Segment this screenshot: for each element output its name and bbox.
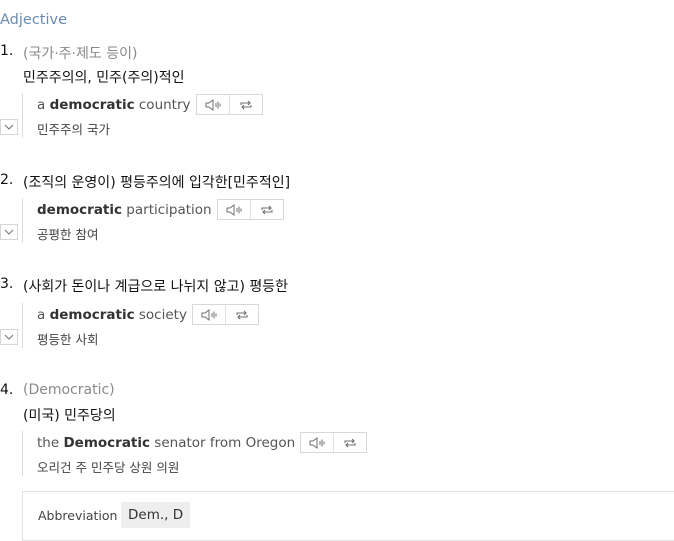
repeat-icon[interactable] — [249, 200, 283, 219]
example-headword: Democratic — [63, 434, 151, 451]
abbreviation-value[interactable]: Dem., D — [121, 502, 191, 528]
example-sentence: a democratic country — [37, 94, 263, 115]
sense-number: 4. — [0, 382, 14, 398]
repeat-icon[interactable] — [333, 433, 366, 452]
example-audio-controls — [191, 304, 259, 325]
sense-qualifier: (Democratic) — [23, 382, 115, 398]
abbreviation-label: Abbreviation — [38, 508, 118, 523]
repeat-icon[interactable] — [228, 95, 262, 114]
sense-definition[interactable]: (조직의 운영이) 평등주의에 입각한[민주적인] — [23, 172, 290, 192]
abbreviation-box: Abbreviation Dem., D — [22, 491, 674, 541]
speaker-icon[interactable] — [193, 305, 225, 324]
example-divider — [22, 431, 23, 476]
sense-number: 1. — [0, 43, 14, 59]
example-text-pre: a — [37, 306, 50, 323]
speaker-icon[interactable] — [301, 433, 333, 452]
example-translation: 오리건 주 민주당 상원 의원 — [37, 460, 180, 475]
example-text-pre: a — [37, 96, 50, 113]
example-audio-controls — [195, 94, 263, 115]
example-divider — [22, 93, 23, 138]
example-translation: 공평한 참여 — [37, 227, 99, 242]
example-audio-controls — [300, 432, 368, 453]
example-text-pre: the — [37, 434, 64, 451]
chevron-down-icon[interactable] — [0, 329, 18, 345]
speaker-icon[interactable] — [218, 200, 250, 219]
part-of-speech-label: Adjective — [0, 12, 68, 28]
speaker-icon[interactable] — [197, 95, 229, 114]
example-text-post: country — [134, 96, 191, 113]
sense-definition[interactable]: 민주주의의, 민주(주의)적인 — [23, 67, 185, 87]
example-headword: democratic — [49, 96, 135, 113]
example-sentence: a democratic society — [37, 304, 259, 325]
sense-definition[interactable]: (사회가 돈이나 계급으로 나뉘지 않고) 평등한 — [23, 276, 288, 296]
example-text-post: participation — [122, 201, 212, 218]
example-divider — [22, 198, 23, 243]
example-headword: democratic — [49, 306, 135, 323]
sense-number: 3. — [0, 276, 14, 292]
example-audio-controls — [216, 199, 284, 220]
sense-definition[interactable]: (미국) 민주당의 — [23, 405, 116, 425]
example-text-post: senator from Oregon — [150, 434, 296, 451]
chevron-down-icon[interactable] — [0, 119, 18, 135]
sense-qualifier: (국가·주·제도 등이) — [23, 46, 138, 62]
example-translation: 평등한 사회 — [37, 332, 99, 347]
example-divider — [22, 303, 23, 348]
chevron-down-icon[interactable] — [0, 224, 18, 240]
example-sentence: democratic participation — [37, 199, 284, 220]
repeat-icon[interactable] — [224, 305, 258, 324]
example-text-post: society — [134, 306, 187, 323]
example-headword: democratic — [37, 201, 123, 218]
example-translation: 민주주의 국가 — [37, 122, 110, 137]
sense-number: 2. — [0, 172, 14, 188]
example-sentence: the Democratic senator from Oregon — [37, 432, 368, 453]
